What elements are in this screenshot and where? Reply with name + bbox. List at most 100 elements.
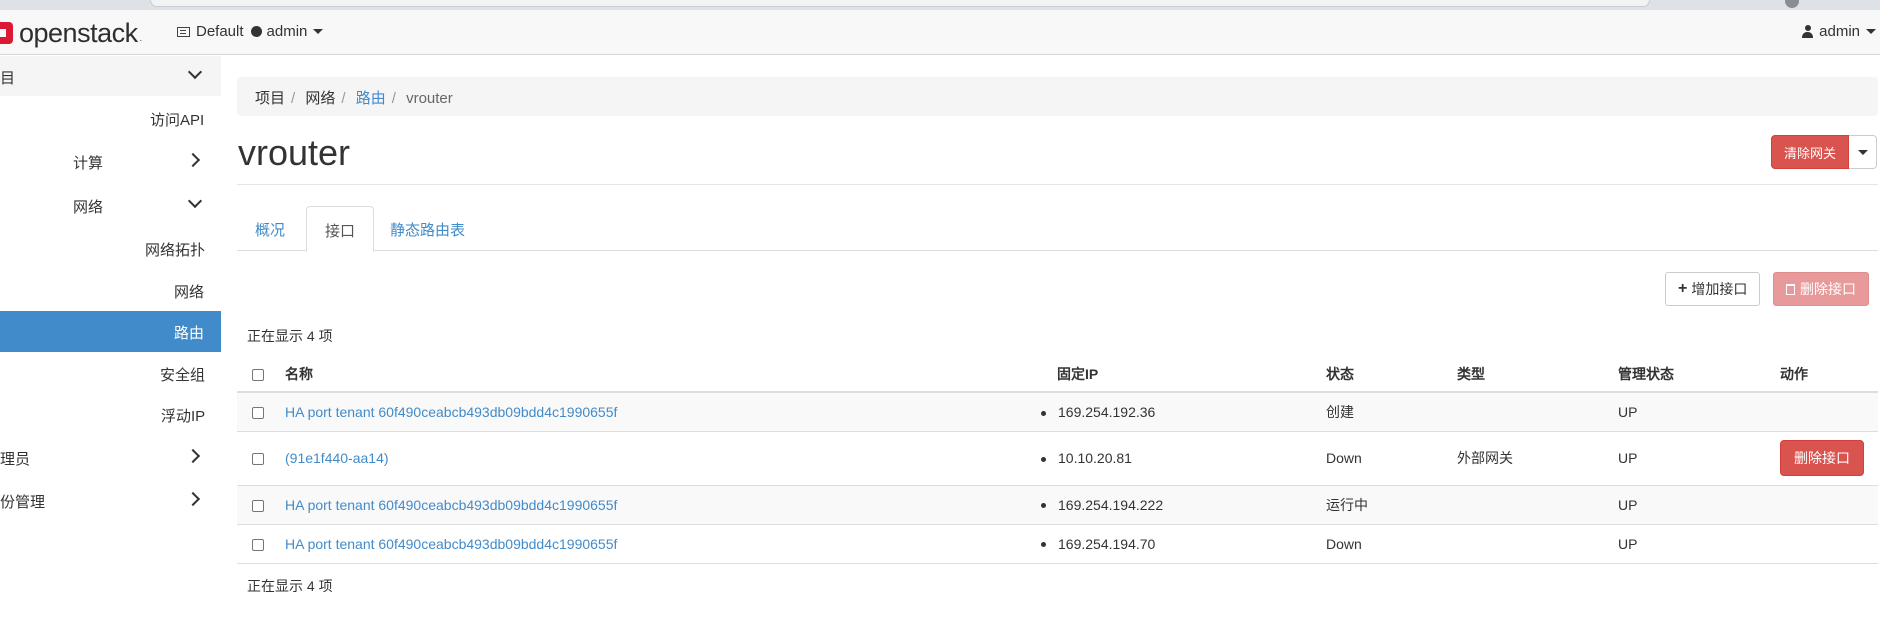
sidebar-item-label: 访问API bbox=[150, 112, 205, 129]
tab-overview[interactable]: 概况 bbox=[237, 206, 303, 251]
fixed-ip: 169.254.192.36 bbox=[1058, 403, 1156, 420]
breadcrumb-item: 项目 bbox=[255, 90, 286, 107]
admin-state-cell: UP bbox=[1618, 431, 1780, 486]
status-cell: Down bbox=[1326, 524, 1457, 564]
row-checkbox[interactable] bbox=[252, 499, 264, 512]
sidebar-item-security-groups[interactable]: 安全组 bbox=[0, 353, 221, 393]
table-row: HA port tenant 60f490ceabcb493db09bdd4c1… bbox=[237, 485, 1878, 525]
fixed-ip: 169.254.194.222 bbox=[1058, 496, 1164, 513]
column-header-type[interactable]: 类型 bbox=[1457, 356, 1618, 393]
delete-interfaces-label: 删除接口 bbox=[1800, 281, 1856, 297]
sidebar-item-identity[interactable]: 身份管理 bbox=[0, 480, 221, 520]
chevron-right-icon bbox=[185, 152, 201, 168]
brand-name: openstack bbox=[19, 18, 138, 48]
sidebar-item-label: 网络 bbox=[73, 199, 104, 216]
sidebar-item-label: 管理员 bbox=[0, 451, 31, 468]
caret-down-icon bbox=[1866, 29, 1876, 34]
delete-interface-button[interactable]: 删除接口 bbox=[1780, 440, 1864, 476]
title-divider bbox=[237, 184, 1878, 185]
caret-down-icon bbox=[313, 29, 324, 34]
brand-logo[interactable]: openstack . bbox=[0, 19, 142, 47]
sidebar-item-api-access[interactable]: 访问API bbox=[0, 98, 221, 138]
browser-strip bbox=[0, 0, 1880, 10]
breadcrumb-link-routers[interactable]: 路由 bbox=[356, 90, 386, 107]
router-actions: 清除网关 bbox=[1771, 135, 1878, 169]
add-interface-button[interactable]: + 增加接口 bbox=[1665, 272, 1761, 306]
admin-state-cell: UP bbox=[1618, 485, 1780, 525]
row-checkbox[interactable] bbox=[252, 538, 264, 551]
openstack-logo-icon bbox=[0, 22, 13, 44]
separator-dot-icon bbox=[250, 26, 262, 37]
page-title: vrouter bbox=[238, 132, 351, 173]
select-all-checkbox[interactable] bbox=[252, 368, 264, 381]
column-header-actions: 动作 bbox=[1780, 356, 1878, 393]
column-header-name[interactable]: 名称 bbox=[285, 356, 1057, 393]
column-header-status[interactable]: 状态 bbox=[1326, 356, 1457, 393]
interface-name-link[interactable]: HA port tenant 60f490ceabcb493db09bdd4c1… bbox=[285, 404, 617, 420]
chevron-down-icon bbox=[187, 193, 203, 209]
column-header-admin-state[interactable]: 管理状态 bbox=[1618, 356, 1780, 393]
user-menu[interactable]: admin bbox=[1802, 23, 1876, 40]
brand-mark: . bbox=[139, 33, 143, 43]
sidebar-item-project[interactable]: 项目 bbox=[0, 56, 221, 96]
delete-interfaces-button[interactable]: 删除接口 bbox=[1773, 272, 1869, 306]
breadcrumb-item: 网络 bbox=[305, 90, 336, 107]
address-bar[interactable] bbox=[150, 0, 1650, 7]
domain-name: Default bbox=[196, 23, 244, 40]
type-cell bbox=[1457, 485, 1618, 525]
profile-icon[interactable] bbox=[1785, 0, 1799, 8]
table-row: HA port tenant 60f490ceabcb493db09bdd4c1… bbox=[237, 524, 1878, 564]
table-row: (91e1f440-aa14) 10.10.20.81 Down 外部网关 UP… bbox=[237, 431, 1878, 486]
tab-interfaces[interactable]: 接口 bbox=[306, 206, 375, 252]
fixed-ip: 10.10.20.81 bbox=[1058, 450, 1132, 466]
sidebar-item-admin[interactable]: 管理员 bbox=[0, 437, 221, 477]
more-actions-button[interactable] bbox=[1849, 135, 1878, 169]
admin-state-cell: UP bbox=[1618, 392, 1780, 432]
project-selector[interactable]: Default admin bbox=[177, 23, 324, 40]
tab-static-routes[interactable]: 静态路由表 bbox=[372, 206, 483, 251]
table-row: HA port tenant 60f490ceabcb493db09bdd4c1… bbox=[237, 392, 1878, 432]
sidebar-item-compute[interactable]: 计算 bbox=[0, 141, 221, 181]
chevron-right-icon bbox=[185, 491, 201, 507]
clear-gateway-button[interactable]: 清除网关 bbox=[1771, 135, 1850, 169]
status-cell: 创建 bbox=[1326, 392, 1457, 432]
row-checkbox[interactable] bbox=[252, 453, 264, 466]
caret-down-icon bbox=[1857, 149, 1868, 155]
breadcrumb-current: vrouter bbox=[406, 90, 453, 107]
sidebar-item-label: 浮动IP bbox=[161, 408, 206, 425]
sidebar-item-network-group[interactable]: 网络 bbox=[0, 185, 221, 225]
sidebar-item-floating-ips[interactable]: 浮动IP bbox=[0, 394, 221, 434]
admin-state-cell: UP bbox=[1618, 524, 1780, 564]
item-count-bottom: 正在显示 4 项 bbox=[247, 578, 333, 594]
sidebar-item-label: 身份管理 bbox=[0, 494, 46, 511]
interface-name-link[interactable]: HA port tenant 60f490ceabcb493db09bdd4c1… bbox=[285, 497, 617, 513]
interface-name-link[interactable]: (91e1f440-aa14) bbox=[285, 450, 389, 466]
sidebar-item-label: 安全组 bbox=[160, 367, 206, 384]
item-count-top: 正在显示 4 项 bbox=[247, 328, 333, 344]
sidebar-item-network-topology[interactable]: 网络拓扑 bbox=[0, 228, 221, 268]
sidebar-item-label: 网络拓扑 bbox=[145, 242, 206, 259]
sidebar-item-label: 项目 bbox=[0, 70, 16, 87]
sidebar-item-label: 网络 bbox=[174, 284, 205, 301]
domain-icon bbox=[177, 26, 190, 37]
interfaces-table: 名称 固定IP 状态 类型 管理状态 动作 HA port tenant 60f… bbox=[237, 356, 1878, 564]
plus-icon: + bbox=[1678, 280, 1688, 297]
add-interface-label: 增加接口 bbox=[1691, 281, 1748, 297]
sidebar-item-label: 路由 bbox=[174, 325, 205, 342]
type-cell bbox=[1457, 524, 1618, 564]
trash-icon bbox=[1786, 283, 1795, 295]
fixed-ip: 169.254.194.70 bbox=[1058, 535, 1156, 552]
breadcrumb: 项目 / 网络 / 路由 / vrouter bbox=[237, 77, 1878, 116]
interface-name-link[interactable]: HA port tenant 60f490ceabcb493db09bdd4c1… bbox=[285, 536, 617, 552]
type-cell bbox=[1457, 392, 1618, 432]
chevron-down-icon bbox=[187, 64, 203, 80]
column-header-fixed-ip[interactable]: 固定IP bbox=[1057, 356, 1326, 393]
user-icon bbox=[1802, 25, 1814, 38]
status-cell: 运行中 bbox=[1326, 485, 1457, 525]
sidebar: 项目 访问API 计算 网络 网络拓扑 网络 路由 安全组 浮动IP 管理员 身… bbox=[0, 56, 221, 644]
sidebar-item-routers[interactable]: 路由 bbox=[0, 311, 221, 352]
project-name: admin bbox=[266, 23, 308, 40]
row-checkbox[interactable] bbox=[252, 407, 264, 420]
sidebar-item-networks[interactable]: 网络 bbox=[0, 270, 221, 310]
sidebar-item-label: 计算 bbox=[73, 155, 104, 172]
